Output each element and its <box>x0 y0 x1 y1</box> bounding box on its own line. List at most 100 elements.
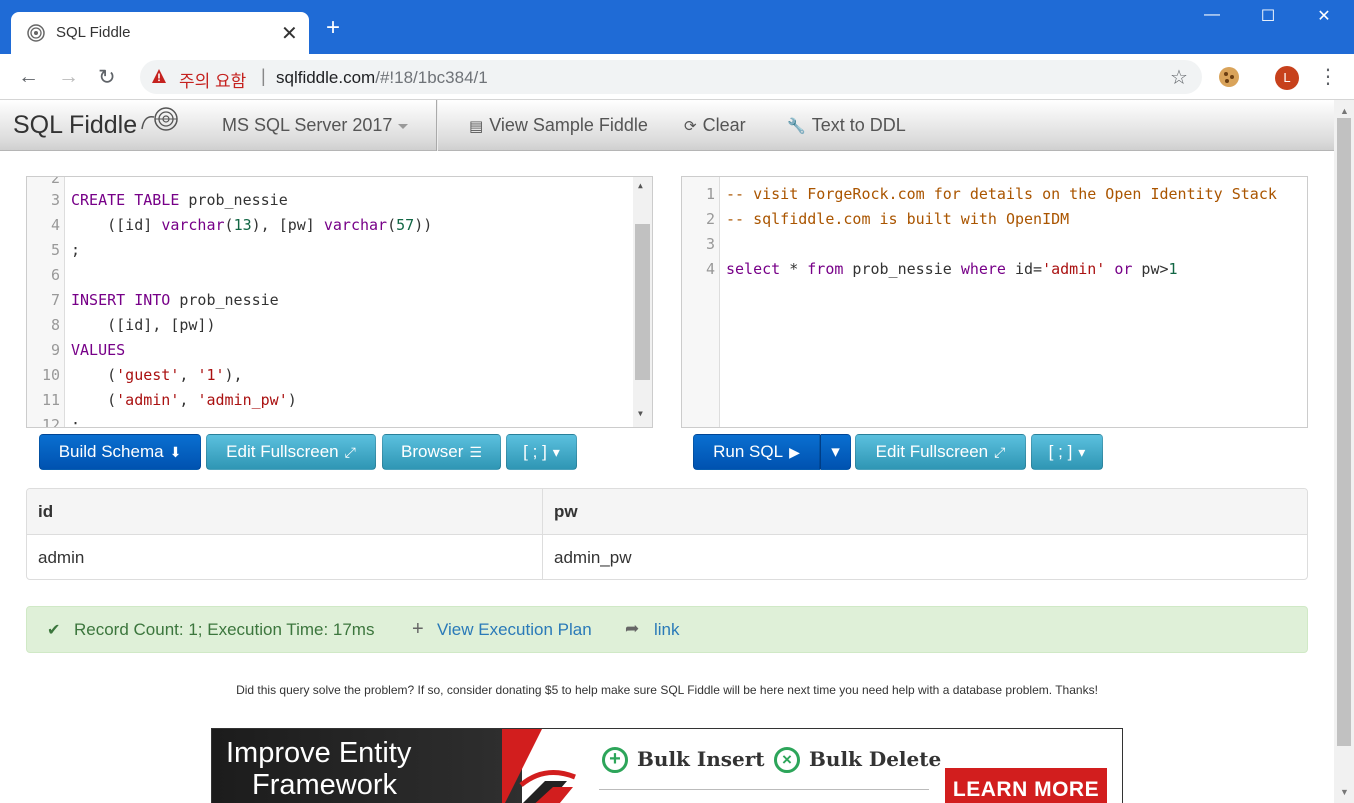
brand-title[interactable]: SQL Fiddle <box>13 111 137 140</box>
wrench-icon: 🔧 <box>787 118 806 135</box>
column-header-id: id <box>38 502 54 521</box>
plus-circle-icon: + <box>602 747 628 773</box>
view-execution-plan-link[interactable]: View Execution Plan <box>437 620 592 640</box>
url-text[interactable]: sqlfiddle.com/#!18/1bc384/1 <box>276 68 488 88</box>
minimize-icon[interactable]: — <box>1202 6 1222 24</box>
expand-icon: ⤢ <box>344 444 356 460</box>
code-line: CREATE TABLE prob_nessie <box>71 191 288 209</box>
tab-title: SQL Fiddle <box>56 24 131 41</box>
ad-banner[interactable]: Improve Entity Framework + Bulk Insert ×… <box>211 728 1123 803</box>
query-editor[interactable]: 1 2 3 4 -- visit ForgeRock.com for detai… <box>681 176 1308 428</box>
omnibox-separator: | <box>261 66 266 86</box>
page-scroll-thumb[interactable] <box>1337 118 1351 746</box>
browser-titlebar: SQL Fiddle ✕ + — ☐ ✕ <box>0 0 1354 54</box>
text-to-ddl-label: Text to DDL <box>811 115 906 135</box>
code-line: ([id] varchar(13), [pw] varchar(57)) <box>71 216 433 234</box>
code-line: ; <box>71 241 81 259</box>
query-editor-gutter: 1 2 3 4 <box>682 177 720 427</box>
x-circle-icon: × <box>774 747 800 773</box>
line-number: 4 <box>705 260 715 278</box>
url-host: sqlfiddle.com <box>276 68 376 87</box>
terminator-right-dropdown[interactable]: [ ; ] ▾ <box>1031 434 1103 470</box>
terminator-dropdown[interactable]: [ ; ] ▾ <box>506 434 577 470</box>
edit-fullscreen-right-label: Edit Fullscreen <box>875 442 989 461</box>
database-select[interactable]: MS SQL Server 2017 <box>222 115 409 136</box>
schema-editor[interactable]: 2 3 4 5 6 7 8 9 10 11 12 CREATE TABLE pr… <box>26 176 653 428</box>
cookie-extension-icon[interactable] <box>1219 67 1239 87</box>
column-header-pw: pw <box>554 502 578 521</box>
schema-editor-scrollbar[interactable]: ▲ ▼ <box>633 177 652 427</box>
edit-fullscreen-right-button[interactable]: Edit Fullscreen ⤢ <box>855 434 1026 470</box>
browser-menu-icon[interactable]: ⋮ <box>1318 64 1338 89</box>
ad-headline-line2: Framework <box>252 769 398 801</box>
table-cell: admin_pw <box>554 548 632 567</box>
build-schema-button[interactable]: Build Schema ⬇ <box>39 434 201 470</box>
code-comment-line: -- sqlfiddle.com is built with OpenIDM <box>726 210 1070 228</box>
line-number: 1 <box>705 185 715 203</box>
code-line: select * from prob_nessie where id='admi… <box>726 260 1178 278</box>
schema-editor-gutter: 2 3 4 5 6 7 8 9 10 11 12 <box>27 177 65 427</box>
forward-arrow-icon[interactable]: → <box>58 65 79 89</box>
page-content: SQL Fiddle MS SQL Server 2017 ▤ View Samp… <box>0 100 1334 803</box>
line-number: 3 <box>705 235 715 253</box>
page-scrollbar[interactable]: ▲ ▼ <box>1334 100 1354 803</box>
learn-more-button[interactable]: LEARN MORE <box>945 768 1107 803</box>
reload-icon[interactable]: ↻ <box>98 65 116 90</box>
clear-link[interactable]: ⟳ Clear <box>684 115 746 136</box>
scroll-down-icon[interactable]: ▼ <box>1340 787 1349 797</box>
profile-avatar[interactable]: L <box>1275 66 1299 90</box>
record-count-text: Record Count: 1; Execution Time: 17ms <box>74 620 375 639</box>
plus-icon[interactable]: + <box>412 618 424 641</box>
zzz-projects-logo-icon <box>519 770 576 803</box>
execution-status-alert: ✔ Record Count: 1; Execution Time: 17ms … <box>26 606 1308 653</box>
maximize-icon[interactable]: ☐ <box>1258 6 1278 26</box>
tab-close-icon[interactable]: ✕ <box>281 21 298 46</box>
omnibox[interactable]: 주의 요함 | sqlfiddle.com/#!18/1bc384/1 ☆ <box>140 60 1202 94</box>
expand-icon: ⤢ <box>994 444 1006 460</box>
results-header-row <box>27 489 1307 535</box>
sqlfiddle-favicon-icon <box>27 24 45 42</box>
new-tab-button[interactable]: + <box>326 16 340 40</box>
warning-triangle-icon <box>152 69 166 83</box>
scroll-thumb[interactable] <box>635 224 650 380</box>
text-to-ddl-link[interactable]: 🔧 Text to DDL <box>787 115 906 136</box>
line-number: 11 <box>41 391 60 409</box>
donate-message: Did this query solve the problem? If so,… <box>236 683 1098 697</box>
bookmark-star-icon[interactable]: ☆ <box>1170 65 1188 90</box>
run-sql-label: Run SQL <box>713 442 784 461</box>
browser-tab[interactable]: SQL Fiddle ✕ <box>11 12 309 54</box>
address-bar: ← → ↻ 주의 요함 | sqlfiddle.com/#!18/1bc384/… <box>0 54 1354 100</box>
edit-fullscreen-button[interactable]: Edit Fullscreen ⤢ <box>206 434 376 470</box>
scroll-up-icon[interactable]: ▲ <box>638 181 643 190</box>
browser-button[interactable]: Browser ☰ <box>382 434 501 470</box>
view-sample-fiddle-link[interactable]: ▤ View Sample Fiddle <box>469 115 648 136</box>
database-select-label: MS SQL Server 2017 <box>222 115 393 135</box>
tree-icon: ☰ <box>469 444 482 460</box>
ad-headline-line1: Improve Entity <box>226 737 412 769</box>
build-schema-label: Build Schema <box>58 442 164 461</box>
url-path: /#!18/1bc384/1 <box>375 68 488 87</box>
browser-label: Browser <box>401 442 464 461</box>
ad-feature-bulk-insert: Bulk Insert <box>637 747 765 771</box>
code-line: ('guest', '1'), <box>71 366 243 384</box>
line-number: 2 <box>50 176 60 187</box>
security-warning-text[interactable]: 주의 요함 <box>179 67 246 92</box>
code-line: ; <box>71 416 81 428</box>
run-sql-button[interactable]: Run SQL ▶ <box>693 434 820 470</box>
share-arrow-icon: ➦ <box>625 619 640 638</box>
view-sample-label: View Sample Fiddle <box>489 115 648 135</box>
checkmark-icon: ✔ <box>47 622 61 639</box>
permalink-link[interactable]: link <box>654 620 680 640</box>
ad-divider <box>599 789 929 790</box>
back-arrow-icon[interactable]: ← <box>18 65 39 89</box>
line-number: 3 <box>50 191 60 209</box>
line-number: 10 <box>41 366 60 384</box>
scroll-down-icon[interactable]: ▼ <box>638 409 643 418</box>
scroll-up-icon[interactable]: ▲ <box>1340 106 1349 116</box>
run-sql-options-dropdown[interactable]: ▾ <box>820 434 851 470</box>
line-number: 6 <box>50 266 60 284</box>
caret-down-icon <box>398 123 409 129</box>
column-separator <box>542 489 543 579</box>
close-window-icon[interactable]: ✕ <box>1314 6 1334 26</box>
code-line: INSERT INTO prob_nessie <box>71 291 279 309</box>
